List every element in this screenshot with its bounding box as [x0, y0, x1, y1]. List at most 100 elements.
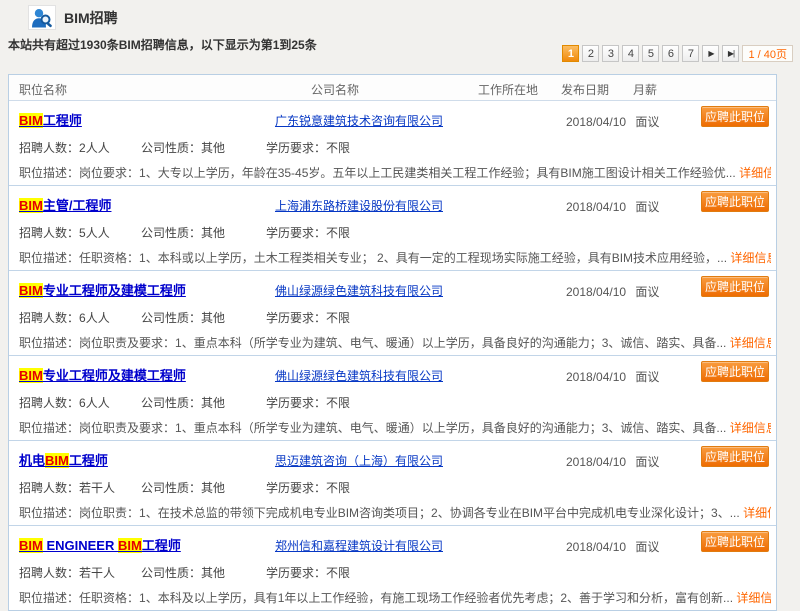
recruit-count: 招聘人数：若干人 [19, 564, 115, 581]
detail-link[interactable]: 详细信息.. [743, 506, 771, 520]
page-button-2[interactable]: 2 [582, 45, 599, 62]
next-page-button[interactable]: ▶ [702, 45, 719, 62]
company-cell: 思迈建筑咨询（上海）有限公司 [239, 452, 479, 470]
job-description: 职位描述：岗位职责及要求：1、重点本科（所学专业为建筑、电气、暖通）以上学历，具… [19, 334, 771, 351]
description-label: 职位描述： [19, 166, 79, 180]
date-salary-cell: 2018/04/10 面议 [566, 113, 659, 130]
highlighted-keyword: BIM [19, 113, 43, 128]
job-list: BIM工程师 广东锐意建筑技术咨询有限公司 2018/04/10 面议 应聘此职… [9, 100, 776, 610]
column-header-salary: 月薪 [633, 81, 657, 98]
date-salary-cell: 2018/04/10 面议 [566, 453, 659, 470]
job-listing: BIM主管/工程师 上海浦东路桥建设股份有限公司 2018/04/10 面议 应… [9, 185, 776, 270]
salary-value: 面议 [635, 285, 659, 299]
apply-button[interactable]: 应聘此职位 [701, 531, 769, 552]
job-title-link[interactable]: BIM工程师 [19, 110, 82, 129]
recruit-count: 招聘人数：6人人 [19, 394, 110, 411]
apply-button[interactable]: 应聘此职位 [701, 106, 769, 127]
salary-value: 面议 [635, 540, 659, 554]
column-header-location: 工作所在地 [478, 81, 538, 98]
job-title-link[interactable]: BIM主管/工程师 [19, 195, 111, 214]
description-label: 职位描述： [19, 251, 79, 265]
page-title: BIM招聘 [64, 8, 118, 28]
detail-link[interactable]: 详细信息.. [730, 251, 771, 265]
highlighted-keyword: BIM [19, 283, 43, 298]
education-requirement: 学历要求：不限 [266, 139, 350, 156]
page-button-6[interactable]: 6 [662, 45, 679, 62]
page-button-5[interactable]: 5 [642, 45, 659, 62]
apply-button[interactable]: 应聘此职位 [701, 276, 769, 297]
date-salary-cell: 2018/04/10 面议 [566, 198, 659, 215]
job-description: 职位描述：岗位职责：1、在技术总监的带领下完成机电专业BIM咨询类项目；2、协调… [19, 504, 771, 521]
salary-value: 面议 [635, 200, 659, 214]
job-title-link[interactable]: BIM专业工程师及建模工程师 [19, 280, 186, 299]
page-header: BIM招聘 [28, 4, 118, 31]
job-listing: BIM专业工程师及建模工程师 佛山绿源绿色建筑科技有限公司 2018/04/10… [9, 355, 776, 440]
company-link[interactable]: 佛山绿源绿色建筑科技有限公司 [275, 284, 443, 298]
company-link[interactable]: 佛山绿源绿色建筑科技有限公司 [275, 369, 443, 383]
company-cell: 佛山绿源绿色建筑科技有限公司 [239, 367, 479, 385]
company-link[interactable]: 思迈建筑咨询（上海）有限公司 [275, 454, 443, 468]
person-search-icon [28, 5, 56, 30]
column-header-job-title: 职位名称 [19, 81, 67, 98]
detail-link[interactable]: 详细信息.. [736, 591, 771, 605]
description-label: 职位描述： [19, 591, 79, 605]
job-description: 职位描述：岗位职责及要求：1、重点本科（所学专业为建筑、电气、暖通）以上学历，具… [19, 419, 771, 436]
education-requirement: 学历要求：不限 [266, 224, 350, 241]
description-text: 岗位职责及要求：1、重点本科（所学专业为建筑、电气、暖通）以上学历，具备良好的沟… [79, 421, 726, 435]
job-title-link[interactable]: BIM专业工程师及建模工程师 [19, 365, 186, 384]
education-requirement: 学历要求：不限 [266, 394, 350, 411]
page-button-7[interactable]: 7 [682, 45, 699, 62]
publish-date: 2018/04/10 [566, 370, 626, 384]
publish-date: 2018/04/10 [566, 540, 626, 554]
company-type: 公司性质：其他 [141, 224, 225, 241]
company-cell: 上海浦东路桥建设股份有限公司 [239, 197, 479, 215]
page-button-4[interactable]: 4 [622, 45, 639, 62]
description-text: 岗位职责：1、在技术总监的带领下完成机电专业BIM咨询类项目；2、协调各专业在B… [79, 506, 740, 520]
publish-date: 2018/04/10 [566, 115, 626, 129]
description-label: 职位描述： [19, 421, 79, 435]
highlighted-keyword: BIM [19, 368, 43, 383]
description-label: 职位描述： [19, 506, 79, 520]
apply-button[interactable]: 应聘此职位 [701, 361, 769, 382]
job-description: 职位描述：任职资格：1、本科或以上学历，土木工程类相关专业； 2、具有一定的工程… [19, 249, 771, 266]
company-link[interactable]: 郑州信和嘉程建筑设计有限公司 [275, 539, 443, 553]
recruit-count: 招聘人数：5人人 [19, 224, 110, 241]
publish-date: 2018/04/10 [566, 285, 626, 299]
title-text: 工程师 [43, 113, 82, 128]
page-position-indicator: 1 / 40页 [742, 45, 793, 62]
company-link[interactable]: 广东锐意建筑技术咨询有限公司 [275, 114, 443, 128]
table-header-row: 职位名称 公司名称 工作所在地 发布日期 月薪 [9, 75, 776, 100]
date-salary-cell: 2018/04/10 面议 [566, 368, 659, 385]
stats-line: 本站共有超过1930条BIM招聘信息，以下显示为第1到25条 [8, 36, 317, 53]
highlighted-keyword: BIM [19, 198, 43, 213]
company-cell: 郑州信和嘉程建筑设计有限公司 [239, 537, 479, 555]
column-header-company: 公司名称 [311, 81, 359, 98]
job-listing: BIM工程师 广东锐意建筑技术咨询有限公司 2018/04/10 面议 应聘此职… [9, 100, 776, 185]
detail-link[interactable]: 详细信息.. [730, 336, 771, 350]
page-button-3[interactable]: 3 [602, 45, 619, 62]
last-page-button[interactable]: ▶| [722, 45, 739, 62]
title-text: 机电 [19, 453, 45, 468]
education-requirement: 学历要求：不限 [266, 309, 350, 326]
company-type: 公司性质：其他 [141, 479, 225, 496]
detail-link[interactable]: 详细信息.. [730, 421, 771, 435]
company-link[interactable]: 上海浦东路桥建设股份有限公司 [275, 199, 443, 213]
company-cell: 佛山绿源绿色建筑科技有限公司 [239, 282, 479, 300]
detail-link[interactable]: 详细信息.. [739, 166, 771, 180]
company-type: 公司性质：其他 [141, 394, 225, 411]
job-title-link[interactable]: 机电BIM工程师 [19, 450, 108, 469]
page-number-buttons: 1234567 [562, 45, 699, 62]
apply-button[interactable]: 应聘此职位 [701, 191, 769, 212]
title-text: ENGINEER [43, 538, 118, 553]
title-text: 主管/工程师 [43, 198, 112, 213]
description-label: 职位描述： [19, 336, 79, 350]
description-text: 岗位要求：1、大专以上学历，年龄在35-45岁。五年以上工民建类相关工程工作经验… [79, 166, 736, 180]
job-title-link[interactable]: BIM ENGINEER BIM工程师 [19, 535, 181, 554]
date-salary-cell: 2018/04/10 面议 [566, 538, 659, 555]
apply-button[interactable]: 应聘此职位 [701, 446, 769, 467]
description-text: 任职资格：1、本科或以上学历，土木工程类相关专业； 2、具有一定的工程现场实际施… [79, 251, 727, 265]
salary-value: 面议 [635, 455, 659, 469]
job-listing: 机电BIM工程师 思迈建筑咨询（上海）有限公司 2018/04/10 面议 应聘… [9, 440, 776, 525]
page-button-1[interactable]: 1 [562, 45, 579, 62]
publish-date: 2018/04/10 [566, 200, 626, 214]
